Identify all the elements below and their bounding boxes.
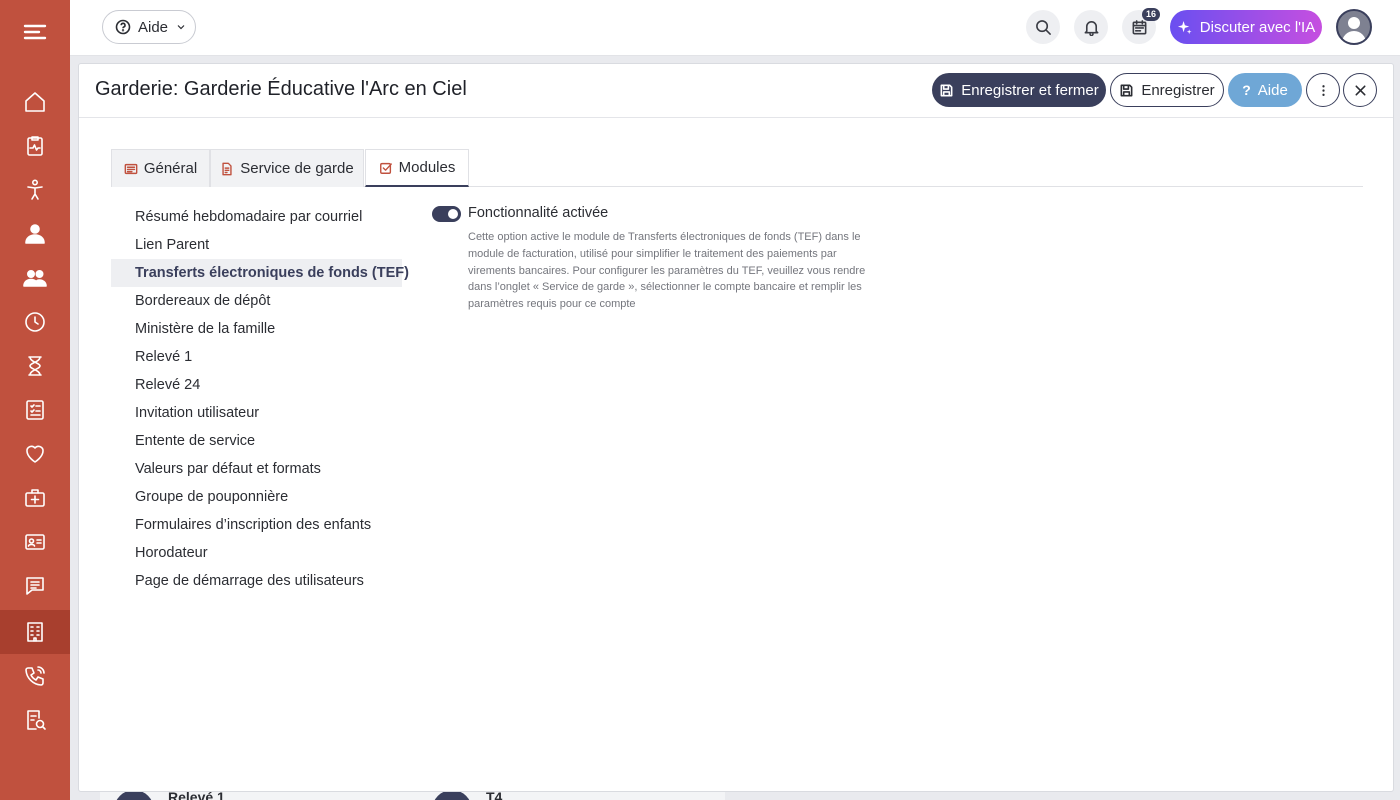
tab-modules[interactable]: Modules <box>365 149 469 187</box>
save-button[interactable]: Enregistrer <box>1110 73 1224 107</box>
search-icon <box>1035 19 1051 35</box>
question-icon: ? <box>1242 82 1251 98</box>
help-label: Aide <box>1257 81 1288 99</box>
module-item-lien-parent[interactable]: Lien Parent <box>111 231 402 259</box>
heart-icon[interactable] <box>0 432 70 476</box>
building-icon[interactable] <box>0 610 70 654</box>
calendar-button[interactable]: 16 <box>1122 8 1160 44</box>
message-icon[interactable] <box>0 564 70 608</box>
feature-toggle-label: Fonctionnalité activée <box>468 205 609 221</box>
save-icon <box>940 84 953 96</box>
document-icon <box>222 162 232 175</box>
save-icon <box>1120 84 1133 96</box>
phone-call-icon[interactable] <box>0 654 70 698</box>
checklist-icon[interactable] <box>0 388 70 432</box>
module-item-invitation[interactable]: Invitation utilisateur <box>111 399 402 427</box>
tab-service-de-garde[interactable]: Service de garde <box>210 149 364 187</box>
hourglass-icon[interactable] <box>0 344 70 388</box>
module-item-tef[interactable]: Transferts électroniques de fonds (TEF) <box>111 259 409 287</box>
tab-label: Général <box>143 160 198 177</box>
module-item-releve-24[interactable]: Relevé 24 <box>111 371 402 399</box>
id-card-icon[interactable] <box>0 520 70 564</box>
bell-icon <box>1084 20 1098 36</box>
search-button[interactable] <box>1026 10 1060 44</box>
ai-chat-button[interactable]: Discuter avec l'IA <box>1170 10 1322 44</box>
tab-label: Modules <box>398 159 456 176</box>
tab-general[interactable]: Général <box>111 149 210 187</box>
clock-icon[interactable] <box>0 300 70 344</box>
ai-chat-label: Discuter avec l'IA <box>1199 18 1316 36</box>
toggle-knob <box>448 209 458 219</box>
chevron-down-icon <box>177 25 185 30</box>
sparkle-icon <box>1177 20 1192 34</box>
module-item-entente[interactable]: Entente de service <box>111 427 402 455</box>
list-icon <box>124 163 138 174</box>
clipboard-health-icon[interactable] <box>0 124 70 168</box>
save-and-close-button[interactable]: Enregistrer et fermer <box>932 73 1106 107</box>
module-item-horodateur[interactable]: Horodateur <box>111 539 402 567</box>
page-title: Garderie: Garderie Éducative l'Arc en Ci… <box>95 78 467 100</box>
save-label: Enregistrer <box>1141 81 1215 99</box>
staff-icon[interactable] <box>0 212 70 256</box>
top-bar: Aide 16 Discuter avec l'IA <box>70 0 1400 56</box>
module-item-resume-hebdomadaire[interactable]: Résumé hebdomadaire par courriel <box>111 203 402 231</box>
save-and-close-label: Enregistrer et fermer <box>961 81 1099 99</box>
module-item-bordereaux[interactable]: Bordereaux de dépôt <box>111 287 402 315</box>
more-vertical-icon <box>1321 84 1325 96</box>
calendar-badge: 16 <box>1142 8 1160 21</box>
avatar-body <box>1342 31 1366 43</box>
modal-header: Garderie: Garderie Éducative l'Arc en Ci… <box>79 64 1393 118</box>
group-icon[interactable] <box>0 256 70 300</box>
module-item-formulaires[interactable]: Formulaires d’inscription des enfants <box>111 511 402 539</box>
module-item-page-demarrage[interactable]: Page de démarrage des utilisateurs <box>111 567 402 595</box>
child-icon[interactable] <box>0 168 70 212</box>
help-circle-icon <box>115 19 131 35</box>
close-icon <box>1354 84 1366 96</box>
module-item-valeurs[interactable]: Valeurs par défaut et formats <box>111 455 402 483</box>
module-item-ministere[interactable]: Ministère de la famille <box>111 315 402 343</box>
home-icon[interactable] <box>0 80 70 124</box>
module-item-releve-1[interactable]: Relevé 1 <box>111 343 402 371</box>
avatar-head <box>1348 17 1360 29</box>
tab-bar: Général Service de garde Modules <box>111 149 1363 187</box>
sidebar <box>0 0 70 800</box>
hamburger-menu-icon[interactable] <box>0 10 70 54</box>
help-dropdown-label: Aide <box>138 18 169 36</box>
help-dropdown[interactable]: Aide <box>102 10 196 44</box>
avatar[interactable] <box>1336 9 1372 45</box>
calendar-icon <box>1132 19 1146 34</box>
more-options-button[interactable] <box>1306 73 1340 107</box>
notifications-button[interactable] <box>1074 10 1108 44</box>
first-aid-icon[interactable] <box>0 476 70 520</box>
help-button[interactable]: ? Aide <box>1228 73 1302 107</box>
module-item-pouponniere[interactable]: Groupe de pouponnière <box>111 483 402 511</box>
feature-toggle[interactable] <box>432 206 461 222</box>
daycare-modal: Garderie: Garderie Éducative l'Arc en Ci… <box>78 63 1394 792</box>
feature-description: Cette option active le module de Transfe… <box>468 231 866 311</box>
tab-label: Service de garde <box>240 160 354 177</box>
close-button[interactable] <box>1343 73 1377 107</box>
report-icon[interactable] <box>0 698 70 742</box>
checkbox-icon <box>379 162 392 174</box>
